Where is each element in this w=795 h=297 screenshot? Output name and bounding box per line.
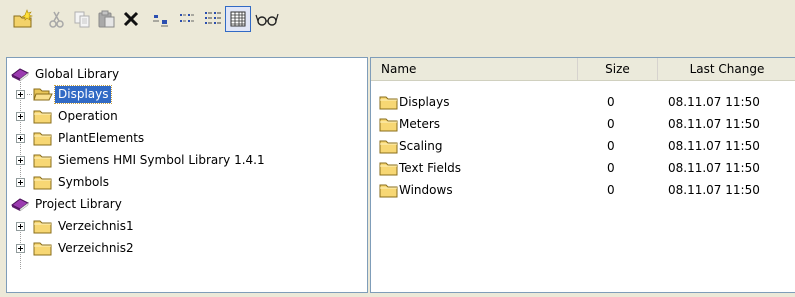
folder-icon [33,242,52,256]
tree-item-label: Siemens HMI Symbol Library 1.4.1 [58,152,265,167]
tree-item-displays[interactable]: Displays [16,84,113,104]
library-tree: Global Library Displays Operation PlantE… [6,57,368,293]
tree-item-project-library[interactable]: Project Library [11,194,125,214]
folder-icon [379,140,398,154]
expand-icon[interactable] [16,89,25,99]
folder-icon [33,220,52,234]
list-item-last-change: 08.11.07 11:50 [668,117,760,131]
list-view-icon [205,12,221,24]
list-item-size: 0 [607,95,615,109]
new-folder-button[interactable] [10,6,36,32]
cut-button[interactable] [44,6,70,32]
list-item-size: 0 [607,139,615,153]
list-row[interactable]: Displays 0 08.11.07 11:50 [371,92,795,112]
list-header: Name Size Last Change [371,58,795,81]
list-item-last-change: 08.11.07 11:50 [668,139,760,153]
folder-icon [33,176,52,190]
expand-icon[interactable] [16,221,25,231]
folder-icon [379,162,398,176]
list-item-name: Text Fields [399,161,462,175]
tree-item-symbols[interactable]: Symbols [16,172,112,192]
library-book-icon [11,68,29,82]
list-item-size: 0 [607,161,615,175]
list-item-last-change: 08.11.07 11:50 [668,183,760,197]
expand-icon[interactable] [16,177,25,187]
tree-item-siemens-hmi-symbol-library[interactable]: Siemens HMI Symbol Library 1.4.1 [16,150,268,170]
large-icons-view-icon [153,15,168,27]
tree-item-label: Project Library [35,196,122,211]
open-folder-icon [33,88,53,101]
list-item-name: Windows [399,183,453,197]
tree-item-label: Verzeichnis2 [58,240,134,255]
folder-icon [33,132,52,146]
list-item-name: Scaling [399,139,443,153]
paste-icon [98,10,115,28]
library-book-icon [11,198,29,212]
details-view-button[interactable] [225,6,251,32]
list-row[interactable]: Windows 0 08.11.07 11:50 [371,180,795,200]
paste-button[interactable] [94,6,120,32]
expand-icon[interactable] [16,111,25,121]
column-header-last-change[interactable]: Last Change [658,58,795,80]
tree-item-label: Displays [53,84,113,104]
tree-item-label: Verzeichnis1 [58,218,134,233]
tree-item-operation[interactable]: Operation [16,106,121,126]
copy-button[interactable] [69,6,95,32]
list-item-name: Meters [399,117,441,131]
new-folder-icon [13,9,33,28]
folder-icon [33,110,52,124]
list-item-size: 0 [607,117,615,131]
tree-item-verzeichnis2[interactable]: Verzeichnis2 [16,238,137,258]
list-item-name: Displays [399,95,450,109]
tree-item-global-library[interactable]: Global Library [11,64,122,84]
small-icons-view-icon [180,14,194,22]
list-item-size: 0 [607,183,615,197]
list-item-last-change: 08.11.07 11:50 [668,161,760,175]
list-view-button[interactable] [200,6,226,32]
small-icons-view-button[interactable] [174,6,200,32]
toolbar [0,0,795,40]
cut-icon [49,11,64,28]
file-list: Name Size Last Change Displays 0 08.11.07 … [370,57,795,293]
folder-icon [379,96,398,110]
folder-icon [379,184,398,198]
folder-icon [33,154,52,168]
list-item-last-change: 08.11.07 11:50 [668,95,760,109]
expand-icon[interactable] [16,133,25,143]
tree-item-label: PlantElements [58,130,145,145]
tree-item-verzeichnis1[interactable]: Verzeichnis1 [16,216,137,236]
folder-icon [379,118,398,132]
expand-icon[interactable] [16,155,25,165]
details-view-icon [230,11,246,27]
list-row[interactable]: Scaling 0 08.11.07 11:50 [371,136,795,156]
delete-icon [123,11,139,27]
column-header-name[interactable]: Name [371,58,578,80]
preview-button[interactable] [254,6,280,32]
delete-button[interactable] [118,6,144,32]
expand-icon[interactable] [16,243,25,253]
tree-item-label: Symbols [58,174,109,189]
tree-item-label: Operation [58,108,118,123]
column-header-size[interactable]: Size [578,58,658,80]
list-row[interactable]: Meters 0 08.11.07 11:50 [371,114,795,134]
tree-item-label: Global Library [35,66,120,81]
tree-item-plantelements[interactable]: PlantElements [16,128,147,148]
large-icons-view-button[interactable] [148,6,174,32]
copy-icon [74,11,90,28]
list-row[interactable]: Text Fields 0 08.11.07 11:50 [371,158,795,178]
preview-glasses-icon [255,13,279,26]
